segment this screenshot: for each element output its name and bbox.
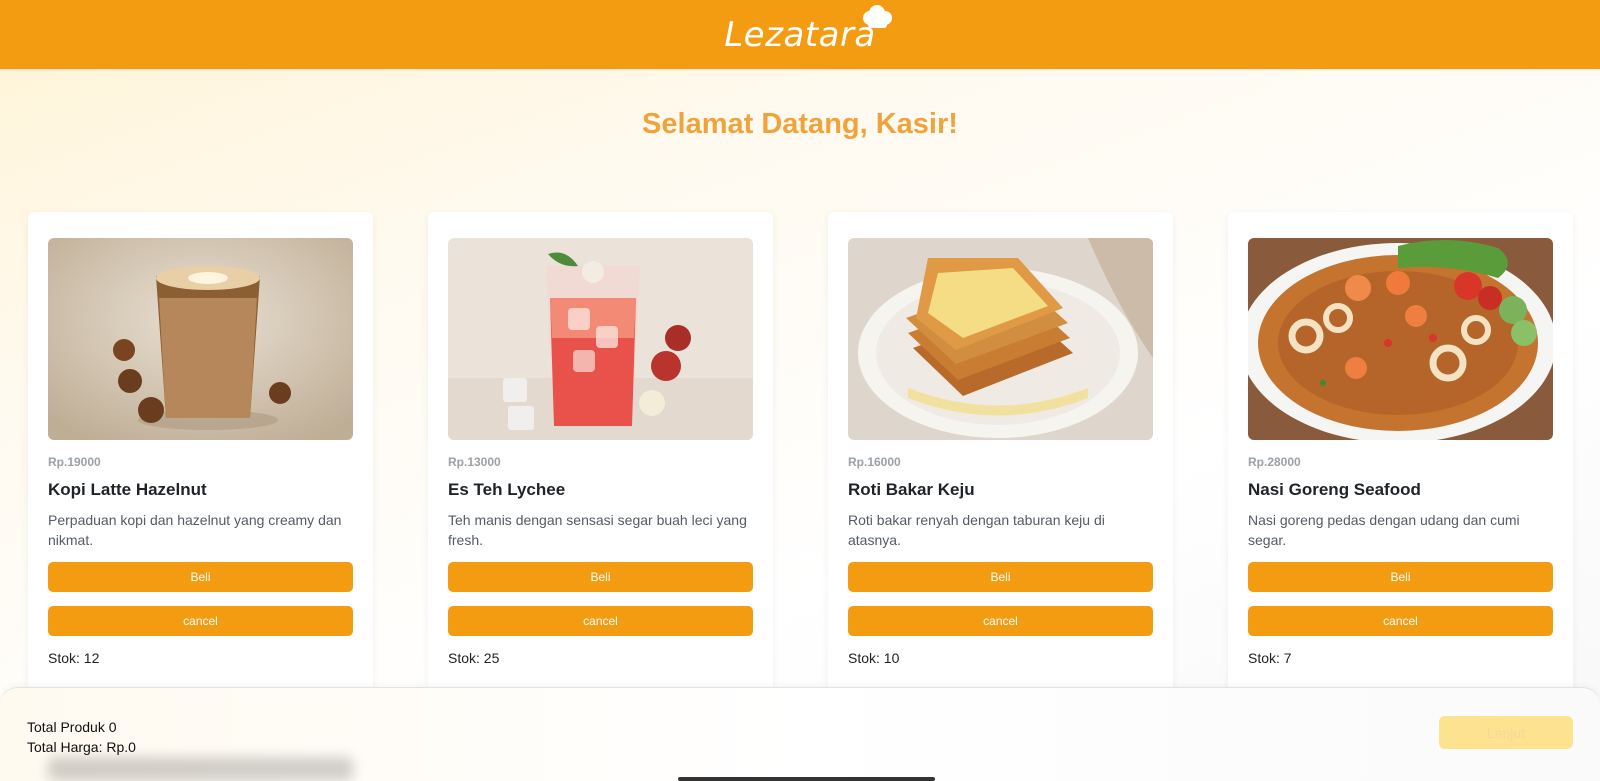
product-price: Rp.19000 <box>48 455 101 469</box>
product-description: Roti bakar renyah dengan taburan keju di… <box>848 512 1105 548</box>
cancel-button[interactable]: cancel <box>848 606 1153 636</box>
brand-logo[interactable]: Lezatara <box>724 4 892 55</box>
product-name: Es Teh Lychee <box>448 480 566 499</box>
product-price: Rp.13000 <box>448 455 501 469</box>
product-description: Perpaduan kopi dan hazelnut yang creamy … <box>48 512 342 548</box>
product-name: Nasi Goreng Seafood <box>1248 480 1421 499</box>
product-stock: Stok: 25 <box>448 650 500 666</box>
product-card: Rp.16000 Roti Bakar Keju Roti bakar reny… <box>828 212 1173 692</box>
buy-button[interactable]: Beli <box>48 562 353 592</box>
product-description: Nasi goreng pedas dengan udang dan cumi … <box>1248 512 1520 548</box>
buy-button[interactable]: Beli <box>448 562 753 592</box>
logo-text: Lezatara <box>724 14 876 55</box>
product-card: Rp.19000 Kopi Latte Hazelnut Perpaduan k… <box>28 212 373 692</box>
product-stock: Stok: 7 <box>1248 650 1292 666</box>
total-price: Total Harga: Rp.0 <box>27 739 136 755</box>
product-stock: Stok: 12 <box>48 650 100 666</box>
product-card: Rp.28000 Nasi Goreng Seafood Nasi goreng… <box>1228 212 1573 692</box>
home-indicator <box>678 777 935 781</box>
product-name: Roti Bakar Keju <box>848 480 975 499</box>
product-description: Teh manis dengan sensasi segar buah leci… <box>448 512 747 548</box>
product-stock: Stok: 10 <box>848 650 900 666</box>
product-price: Rp.28000 <box>1248 455 1301 469</box>
seafood-fried-rice-image <box>1248 238 1553 440</box>
welcome-heading: Selamat Datang, Kasir! <box>642 108 958 140</box>
buy-button[interactable]: Beli <box>848 562 1153 592</box>
cancel-button[interactable]: cancel <box>448 606 753 636</box>
total-products: Total Produk 0 <box>27 719 117 735</box>
latte-image <box>48 238 353 440</box>
cheese-toast-image <box>848 238 1153 440</box>
scroll-shadow <box>48 757 353 781</box>
cancel-button[interactable]: cancel <box>48 606 353 636</box>
cancel-button[interactable]: cancel <box>1248 606 1553 636</box>
product-name: Kopi Latte Hazelnut <box>48 480 207 499</box>
product-card: Rp.13000 Es Teh Lychee Teh manis dengan … <box>428 212 773 692</box>
next-button[interactable]: Lanjut <box>1439 716 1573 749</box>
lychee-tea-image <box>448 238 753 440</box>
order-totals: Total Produk 0 Total Harga: Rp.0 <box>27 717 136 757</box>
chef-hat-icon <box>862 4 892 28</box>
buy-button[interactable]: Beli <box>1248 562 1553 592</box>
product-price: Rp.16000 <box>848 455 901 469</box>
top-navbar: Lezatara <box>0 0 1600 69</box>
